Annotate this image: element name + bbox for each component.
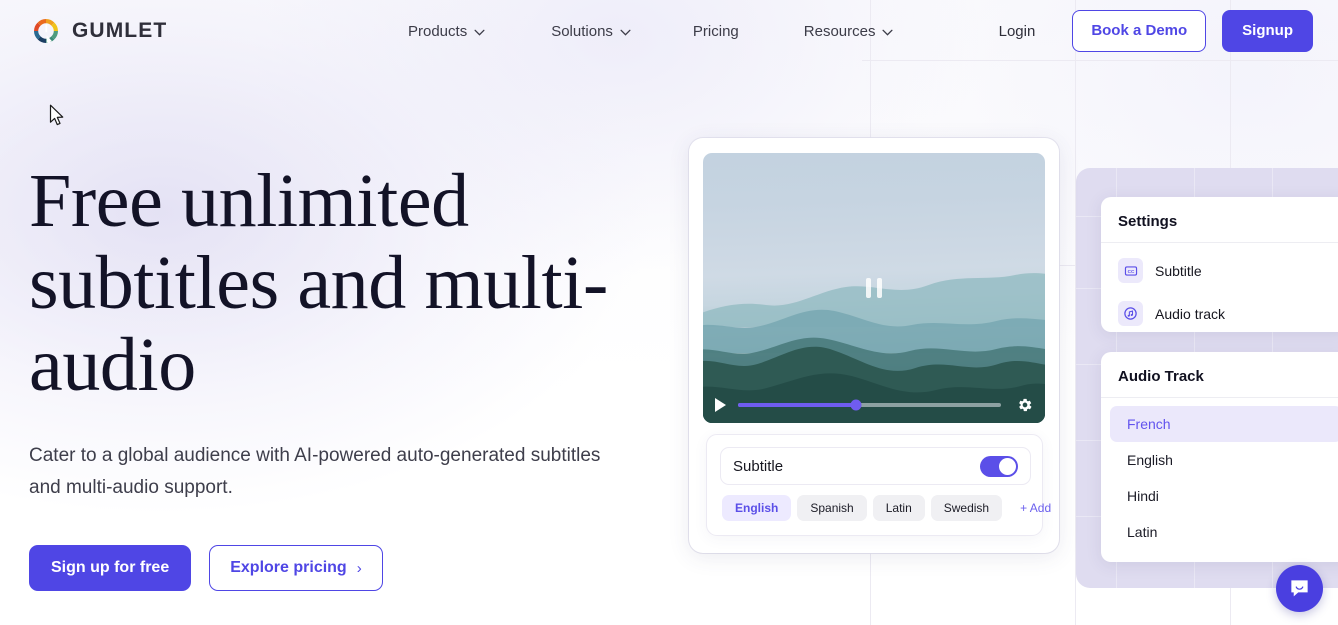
settings-item-subtitle[interactable]: CC Subtitle xyxy=(1101,249,1338,292)
music-note-icon xyxy=(1118,301,1143,326)
login-link[interactable]: Login xyxy=(999,23,1036,40)
hero-heading: Free unlimited subtitles and multi-audio xyxy=(29,159,608,407)
nav-label-products: Products xyxy=(408,22,468,40)
video-viewport[interactable] xyxy=(703,153,1045,423)
brand-name: GUMLET xyxy=(72,19,168,42)
progress-fill xyxy=(738,403,857,407)
subtitle-panel: Subtitle English Spanish Latin Swedish + Add xyxy=(706,434,1051,536)
book-a-demo-button[interactable]: Book a Demo xyxy=(1072,10,1207,52)
subtitle-language-chip[interactable]: Latin xyxy=(872,495,925,521)
audio-track-card: Audio Track French English Hindi Latin xyxy=(1101,352,1338,562)
add-subtitle-language-button[interactable]: + Add xyxy=(1012,495,1059,521)
subtitle-language-chip[interactable]: Spanish xyxy=(797,495,867,521)
audio-track-card-title: Audio Track xyxy=(1118,368,1204,385)
header-actions: Login Book a Demo Signup xyxy=(999,10,1313,52)
brand-logo[interactable]: GUMLET xyxy=(31,16,167,46)
nav-label-resources: Resources xyxy=(803,22,876,40)
subtitle-language-chips: English Spanish Latin Swedish + Add xyxy=(722,495,1059,521)
nav-label-pricing: Pricing xyxy=(692,22,739,40)
video-controls-bar xyxy=(703,387,1045,423)
chat-bubble-icon xyxy=(1291,580,1308,597)
chevron-down-icon xyxy=(620,29,631,36)
main-navigation: Products Solutions Pricing Resources xyxy=(408,17,894,46)
site-header: GUMLET Products Solutions Pricing Resour… xyxy=(0,0,1338,62)
hero-cta-row: Sign up for free Explore pricing › xyxy=(29,545,649,591)
settings-card-title: Settings xyxy=(1118,213,1178,230)
pause-overlay-icon[interactable] xyxy=(866,278,882,298)
closed-caption-icon: CC xyxy=(1118,258,1143,283)
audio-track-list: French English Hindi Latin xyxy=(1101,398,1338,550)
sign-up-for-free-button[interactable]: Sign up for free xyxy=(29,545,192,591)
play-icon[interactable] xyxy=(715,398,726,412)
audio-track-item[interactable]: English xyxy=(1110,442,1338,478)
subtitle-language-chip[interactable]: Swedish xyxy=(930,495,1003,521)
nav-item-resources[interactable]: Resources xyxy=(804,17,894,46)
explore-pricing-button[interactable]: Explore pricing › xyxy=(209,545,383,591)
gear-icon[interactable] xyxy=(1017,397,1033,413)
gumlet-aperture-icon xyxy=(34,19,58,44)
hero-subheading: Cater to a global audience with AI-power… xyxy=(29,445,601,498)
audio-track-item[interactable]: French xyxy=(1110,406,1338,442)
chat-widget-button[interactable] xyxy=(1276,565,1323,612)
nav-item-products[interactable]: Products xyxy=(408,17,485,46)
audio-track-item[interactable]: Hindi xyxy=(1110,478,1338,514)
settings-item-label: Subtitle xyxy=(1155,262,1202,279)
svg-text:CC: CC xyxy=(1127,268,1134,273)
toggle-knob xyxy=(999,457,1016,475)
subtitle-toggle-switch[interactable] xyxy=(980,455,1018,477)
audio-track-item[interactable]: Latin xyxy=(1110,514,1338,550)
nav-item-solutions[interactable]: Solutions xyxy=(551,17,631,46)
subtitle-row-label: Subtitle xyxy=(733,457,784,475)
chevron-down-icon xyxy=(882,29,894,36)
settings-item-label: Audio track xyxy=(1155,305,1226,322)
subtitle-language-chip[interactable]: English xyxy=(722,495,792,521)
subtitle-toggle-row: Subtitle xyxy=(720,447,1031,485)
settings-item-audio-track[interactable]: Audio track xyxy=(1101,292,1338,335)
video-progress-scrubber[interactable] xyxy=(738,399,1001,411)
chevron-down-icon xyxy=(474,29,485,36)
chevron-right-icon: › xyxy=(356,559,362,577)
explore-pricing-label: Explore pricing xyxy=(230,559,347,576)
signup-button[interactable]: Signup xyxy=(1222,10,1313,52)
settings-card: Settings CC Subtitle Audio track xyxy=(1101,197,1338,332)
progress-thumb[interactable] xyxy=(850,399,862,411)
nav-label-solutions: Solutions xyxy=(551,22,613,40)
nav-item-pricing[interactable]: Pricing xyxy=(693,17,739,46)
hero-section: Free unlimited subtitles and multi-audio… xyxy=(29,160,649,591)
